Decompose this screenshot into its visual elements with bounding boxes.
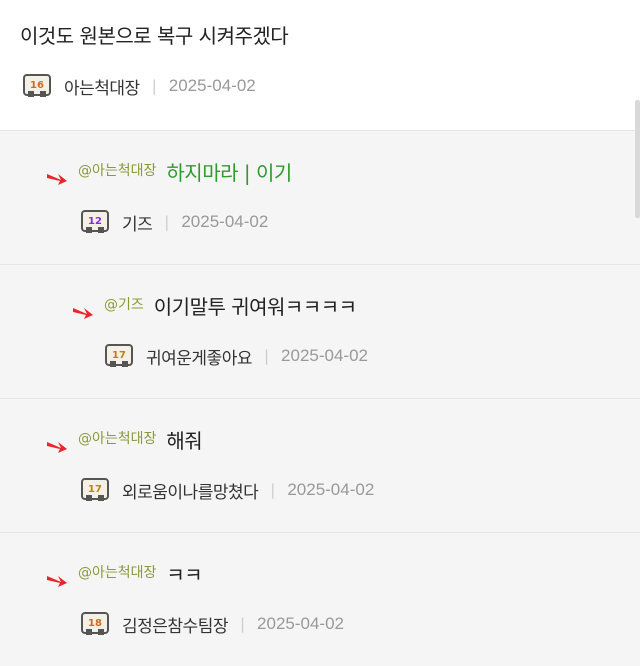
reply-text: ㅋㅋ [166, 563, 203, 587]
reply-date: 2025-04-02 [257, 614, 345, 633]
reply-line: @아는척대장 하지마라 | 이기 [46, 157, 292, 186]
meta-separator: | [164, 213, 170, 231]
reply-item: @아는척대장 하지마라 | 이기 12 기즈 | 2025-04-02 [0, 130, 640, 265]
scrollbar[interactable] [635, 100, 640, 218]
reply-arrow-icon [46, 172, 68, 186]
reply-line: @아는척대장 해줘 [46, 425, 203, 454]
author-name[interactable]: 김정은참수팀장 [122, 612, 228, 637]
svg-text:18: 18 [88, 618, 102, 629]
level-badge-icon: 18 [78, 610, 112, 638]
reply-text: 이기말투 귀여워ㅋㅋㅋㅋ [153, 295, 357, 319]
level-badge-icon: 17 [78, 476, 112, 504]
reply-arrow-icon [46, 574, 68, 588]
meta-separator: | [239, 615, 246, 633]
reply-date: 2025-04-02 [181, 212, 269, 231]
mention-tag[interactable]: @아는척대장 [78, 562, 156, 582]
mention-tag[interactable]: @아는척대장 [78, 428, 156, 448]
reply-date: 2025-04-02 [281, 346, 369, 365]
top-comment: 이것도 원본으로 복구 시켜주겠다 16 아는척대장 | 2025-04-02 [0, 0, 640, 130]
reply-item: @기즈 이기말투 귀여워ㅋㅋㅋㅋ 17 귀여운게좋아요 | 2025-04-02 [0, 264, 640, 399]
reply-item: @아는척대장 ㅋㅋ 18 김정은참수팀장 | 2025-04-02 [0, 532, 640, 666]
reply-text: 하지마라 | 이기 [166, 161, 292, 185]
level-badge-icon: 16 [20, 72, 54, 100]
author-name[interactable]: 기즈 [122, 210, 153, 235]
reply-meta: 18 김정은참수팀장 | 2025-04-02 [78, 609, 344, 639]
meta-separator: | [151, 77, 157, 95]
meta-separator: | [270, 481, 276, 499]
author-name[interactable]: 외로움이나를망쳤다 [122, 478, 259, 503]
svg-text:17: 17 [112, 350, 126, 361]
comment-text: 이것도 원본으로 복구 시켜주겠다 [20, 24, 289, 48]
reply-line: @아는척대장 ㅋㅋ [46, 559, 203, 588]
svg-text:12: 12 [88, 216, 102, 227]
reply-arrow-icon [46, 440, 68, 454]
reply-meta: 12 기즈 | 2025-04-02 [78, 207, 268, 237]
author-name[interactable]: 아는척대장 [64, 74, 140, 99]
level-badge-icon: 17 [102, 342, 136, 370]
reply-text: 해줘 [166, 429, 203, 453]
reply-line: @기즈 이기말투 귀여워ㅋㅋㅋㅋ [72, 291, 357, 320]
reply-item: @아는척대장 해줘 17 외로움이나를망쳤다 | 2025-04-02 [0, 398, 640, 533]
mention-tag[interactable]: @기즈 [104, 294, 144, 314]
reply-meta: 17 외로움이나를망쳤다 | 2025-04-02 [78, 475, 374, 505]
level-badge-icon: 12 [78, 208, 112, 236]
reply-date: 2025-04-02 [287, 480, 375, 499]
meta-separator: | [263, 347, 270, 365]
comment-meta: 16 아는척대장 | 2025-04-02 [20, 71, 256, 101]
comment-date: 2025-04-02 [168, 76, 256, 95]
mention-tag[interactable]: @아는척대장 [78, 160, 156, 180]
svg-text:16: 16 [30, 80, 44, 91]
author-name[interactable]: 귀여운게좋아요 [146, 344, 252, 369]
svg-text:17: 17 [88, 484, 102, 495]
reply-meta: 17 귀여운게좋아요 | 2025-04-02 [102, 341, 368, 371]
reply-arrow-icon [72, 306, 94, 320]
